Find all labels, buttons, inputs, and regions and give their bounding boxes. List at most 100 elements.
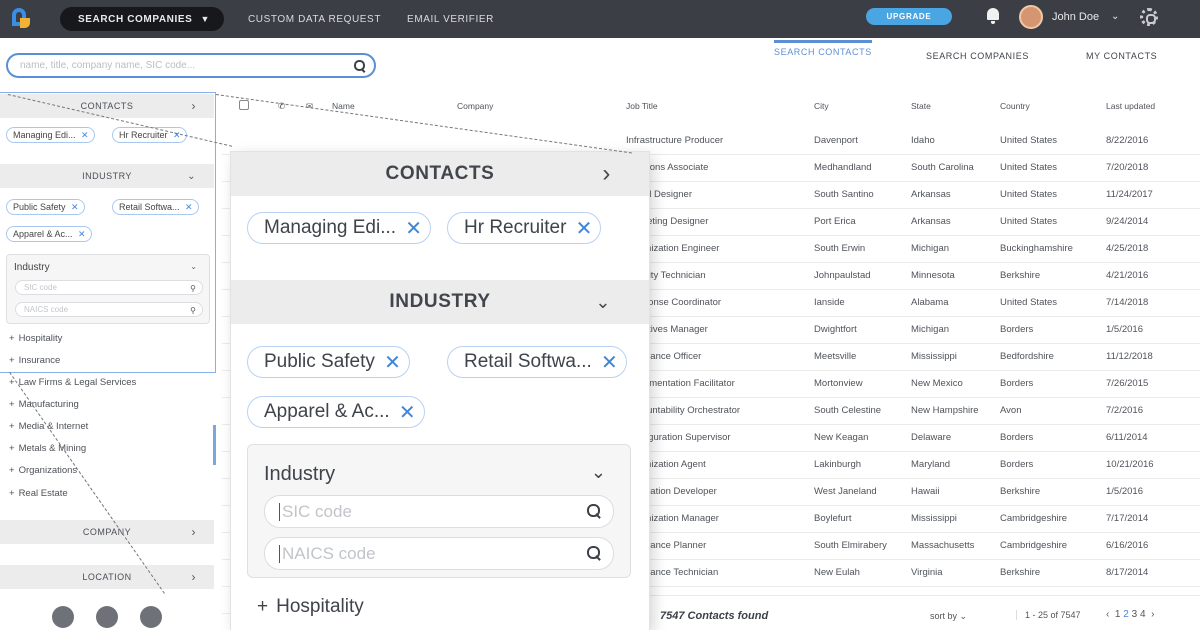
close-icon[interactable]: ✕ — [601, 350, 618, 375]
industry-option-label: Law Firms & Legal Services — [18, 377, 137, 388]
sidebar-scrollbar[interactable] — [213, 425, 216, 465]
filter-chip[interactable]: Public Safety ✕ — [247, 346, 410, 378]
close-icon[interactable]: ✕ — [384, 350, 401, 375]
text-cursor — [279, 544, 280, 563]
industry-select-label[interactable]: Industry — [14, 262, 50, 273]
filter-chip[interactable]: Managing Edi... ✕ — [247, 212, 432, 244]
naics-code-input[interactable]: NAICS code — [264, 537, 614, 570]
select-all-checkbox[interactable] — [239, 100, 249, 110]
save-search-icon[interactable] — [52, 606, 74, 628]
tab-search-contacts[interactable]: SEARCH CONTACTS — [774, 40, 872, 63]
close-icon[interactable]: ✕ — [399, 400, 416, 425]
close-icon[interactable]: ✕ — [78, 229, 86, 240]
industry-option[interactable]: + Hospitality — [9, 333, 62, 344]
filter-chip-label: Managing Edi... — [13, 130, 76, 140]
nav-email-verifier[interactable]: EMAIL VERIFIER — [407, 14, 494, 25]
naics-code-input[interactable]: NAICS code ⚲ — [15, 302, 203, 317]
filter-header-industry[interactable]: INDUSTRY ⌄ — [0, 164, 214, 188]
upgrade-button[interactable]: UPGRADE — [866, 8, 952, 25]
cell-state: Delaware — [911, 432, 952, 443]
chevron-down-icon[interactable]: ⌄ — [591, 462, 606, 483]
industry-select-label[interactable]: Industry — [264, 463, 335, 486]
column-header-state[interactable]: State — [911, 101, 931, 111]
sort-by-dropdown[interactable]: sort by ⌄ — [930, 611, 967, 622]
filter-chip[interactable]: Hr Recruiter ✕ — [447, 212, 602, 244]
tab-search-companies[interactable]: SEARCH COMPANIES — [926, 51, 1029, 67]
industry-option[interactable]: + Hospitality — [257, 596, 364, 618]
page-link[interactable]: 3 — [1132, 609, 1138, 620]
filter-header-label: INDUSTRY — [389, 291, 491, 312]
industry-filter-box: Industry ⌄ SIC code ⚲ NAICS code ⚲ — [6, 254, 210, 324]
search-bar — [6, 53, 376, 78]
filter-chip[interactable]: Managing Edi... ✕ — [6, 127, 95, 143]
filter-chip[interactable]: Retail Softwa... ✕ — [112, 199, 199, 215]
close-icon[interactable]: ✕ — [71, 202, 79, 213]
cell-city: New Eulah — [814, 567, 860, 578]
industry-option-label: Hospitality — [18, 333, 63, 344]
column-header-last-updated[interactable]: Last updated — [1106, 101, 1155, 111]
column-header-city[interactable]: City — [814, 101, 829, 111]
table-row[interactable]: Infrastructure Producer Davenport Idaho Uni… — [222, 128, 1200, 155]
close-icon[interactable]: ✕ — [185, 202, 193, 213]
search-icon[interactable] — [587, 546, 603, 562]
page-link[interactable]: 1 — [1115, 609, 1121, 620]
filter-header-industry-zoomed[interactable]: INDUSTRY ⌄ — [231, 280, 649, 324]
tab-my-contacts[interactable]: MY CONTACTS — [1086, 51, 1157, 67]
nav-search-companies[interactable]: SEARCH COMPANIES ▼ — [60, 7, 224, 31]
search-input[interactable] — [20, 60, 354, 71]
search-icon[interactable]: ⚲ — [190, 304, 196, 317]
filter-header-contacts-zoomed[interactable]: CONTACTS › — [231, 152, 649, 196]
cell-state: Maryland — [911, 459, 951, 470]
industry-option[interactable]: + Metals & Mining — [9, 443, 86, 454]
text-cursor — [279, 502, 280, 521]
close-icon[interactable]: ✕ — [405, 216, 422, 241]
close-icon[interactable]: ✕ — [173, 130, 181, 141]
column-header-country[interactable]: Country — [1000, 101, 1030, 111]
cell-country: United States — [1000, 189, 1058, 200]
filter-chip[interactable]: Retail Softwa... ✕ — [447, 346, 627, 378]
chevron-down-icon[interactable]: ⌄ — [1111, 11, 1119, 22]
column-header-name[interactable]: Name — [332, 101, 355, 111]
search-icon[interactable] — [587, 504, 603, 520]
cell-updated: 4/21/2016 — [1106, 270, 1149, 281]
industry-option[interactable]: + Organizations — [9, 465, 77, 476]
prev-page-icon[interactable]: ‹ — [1106, 609, 1109, 620]
clear-filters-icon[interactable] — [140, 606, 162, 628]
close-icon[interactable]: ✕ — [81, 130, 89, 141]
avatar[interactable] — [1019, 5, 1043, 29]
chevron-down-icon[interactable]: ⌄ — [190, 262, 197, 271]
cell-country: Avon — [1000, 405, 1022, 416]
filter-header-location[interactable]: LOCATION › — [0, 565, 214, 589]
cell-updated: 7/14/2018 — [1106, 297, 1149, 308]
sic-code-input[interactable]: SIC code ⚲ — [15, 280, 203, 295]
filter-chip[interactable]: Hr Recruiter ✕ — [112, 127, 187, 143]
search-icon[interactable] — [354, 59, 366, 72]
cell-city: South Santino — [814, 189, 874, 200]
column-header-job-title[interactable]: Job Title — [626, 101, 658, 111]
sic-code-input[interactable]: SIC code — [264, 495, 614, 528]
search-icon[interactable]: ⚲ — [190, 282, 196, 295]
industry-option-label: Insurance — [18, 355, 61, 366]
filter-header-contacts[interactable]: CONTACTS › — [0, 94, 214, 118]
column-header-company[interactable]: Company — [457, 101, 493, 111]
industry-option[interactable]: + Insurance — [9, 355, 60, 366]
industry-option[interactable]: + Law Firms & Legal Services — [9, 377, 136, 388]
gear-icon[interactable] — [1140, 8, 1158, 26]
industry-option[interactable]: + Manufacturing — [9, 399, 79, 410]
nav-custom-data-request[interactable]: CUSTOM DATA REQUEST — [248, 14, 381, 25]
filter-chip[interactable]: Apparel & Ac... ✕ — [247, 396, 425, 428]
bell-icon[interactable] — [985, 7, 1001, 25]
close-icon[interactable]: ✕ — [576, 216, 593, 241]
app-logo[interactable] — [10, 8, 32, 30]
page-link-current[interactable]: 2 — [1123, 609, 1129, 620]
user-name[interactable]: John Doe — [1052, 11, 1099, 23]
filter-chip[interactable]: Apparel & Ac... ✕ — [6, 226, 92, 242]
filter-header-company[interactable]: COMPANY › — [0, 520, 214, 544]
filter-chip[interactable]: Public Safety ✕ — [6, 199, 85, 215]
export-icon[interactable] — [96, 606, 118, 628]
page-link[interactable]: 4 — [1140, 609, 1146, 620]
next-page-icon[interactable]: › — [1151, 609, 1154, 620]
cell-city: South Elmirabery — [814, 540, 887, 551]
industry-option[interactable]: + Real Estate — [9, 488, 68, 499]
cell-country: Borders — [1000, 459, 1034, 470]
